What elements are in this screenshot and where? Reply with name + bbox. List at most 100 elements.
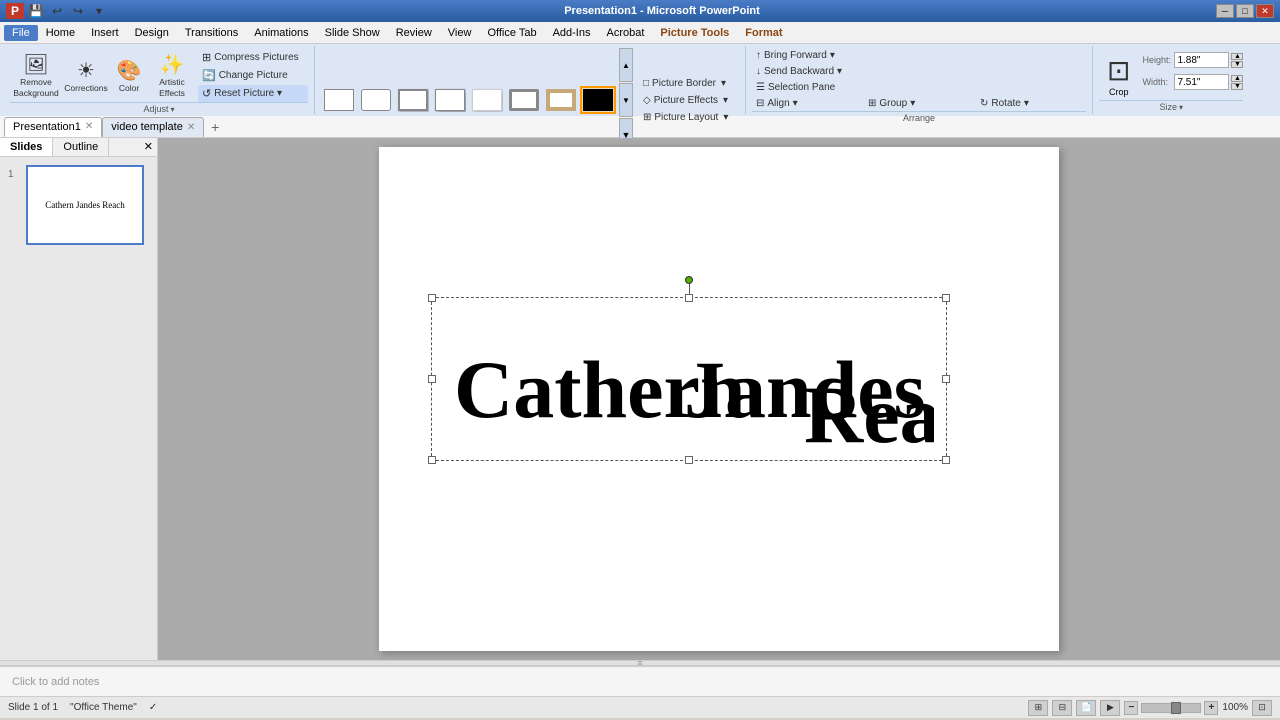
zoom-plus-button[interactable]: + xyxy=(1204,701,1218,715)
width-up[interactable]: ▲ xyxy=(1231,75,1243,82)
bring-forward-button[interactable]: ↑ Bring Forward ▾ xyxy=(752,48,1086,63)
tab-presentation1-close[interactable]: ✕ xyxy=(85,121,93,132)
window-controls: ─ □ ✕ xyxy=(1216,4,1274,18)
menu-office-tab[interactable]: Office Tab xyxy=(479,25,544,41)
handle-top-right[interactable] xyxy=(942,294,950,302)
gallery-down[interactable]: ▼ xyxy=(619,83,633,117)
menu-view[interactable]: View xyxy=(440,25,480,41)
picture-style-7[interactable] xyxy=(543,86,579,114)
zoom-thumb[interactable] xyxy=(1171,702,1181,714)
close-panel-button[interactable]: ✕ xyxy=(140,138,157,156)
picture-style-8[interactable] xyxy=(580,86,616,114)
normal-view-button[interactable]: ⊞ xyxy=(1028,700,1048,716)
fit-slide-button[interactable]: ⊡ xyxy=(1252,700,1272,716)
svg-text:Reach: Reach xyxy=(804,369,934,452)
height-up[interactable]: ▲ xyxy=(1231,53,1243,60)
slide-thumb-1[interactable]: Cathern Jandes Reach xyxy=(26,165,144,245)
rotate-handle[interactable] xyxy=(685,276,693,284)
adjust-dropdown[interactable]: ▾ xyxy=(171,105,175,114)
notes-placeholder[interactable]: Click to add notes xyxy=(12,676,99,688)
handle-top-middle[interactable] xyxy=(685,294,693,302)
picture-layout-button[interactable]: ⊞ Picture Layout ▾ xyxy=(639,110,739,125)
maximize-button[interactable]: □ xyxy=(1236,4,1254,18)
tab-outline[interactable]: Outline xyxy=(53,138,109,156)
gallery-up[interactable]: ▲ xyxy=(619,48,633,82)
menu-design[interactable]: Design xyxy=(127,25,177,41)
rotate-button[interactable]: ↻ Rotate ▾ xyxy=(976,96,1086,111)
rotate-dropdown[interactable]: ▾ xyxy=(1024,98,1029,109)
change-picture-button[interactable]: 🔄 Change Picture xyxy=(198,67,308,84)
picture-style-4[interactable] xyxy=(432,86,468,114)
menu-acrobat[interactable]: Acrobat xyxy=(598,25,652,41)
close-button[interactable]: ✕ xyxy=(1256,4,1274,18)
new-tab-button[interactable]: + xyxy=(206,118,224,136)
picture-style-5[interactable] xyxy=(469,86,505,114)
color-button[interactable]: 🎨 Color xyxy=(110,48,148,102)
picture-border-button[interactable]: □ Picture Border ▾ xyxy=(639,76,739,91)
handle-middle-left[interactable] xyxy=(428,375,436,383)
width-down[interactable]: ▼ xyxy=(1231,83,1243,90)
arrange-group-label: Arrange xyxy=(752,111,1086,123)
size-dropdown[interactable]: ▾ xyxy=(1179,103,1183,112)
picture-effects-button[interactable]: ◇ Picture Effects ▾ xyxy=(639,93,739,108)
corrections-button[interactable]: ☀ Corrections xyxy=(64,48,108,102)
tab-presentation1[interactable]: Presentation1 ✕ xyxy=(4,117,102,137)
send-backward-button[interactable]: ↓ Send Backward ▾ xyxy=(752,64,1086,79)
menu-home[interactable]: Home xyxy=(38,25,83,41)
picture-style-2[interactable] xyxy=(358,86,394,114)
save-button[interactable]: 💾 xyxy=(27,2,45,20)
tab-slides[interactable]: Slides xyxy=(0,138,53,156)
reset-picture-button[interactable]: ↺ Reset Picture ▾ xyxy=(198,85,308,102)
group-dropdown[interactable]: ▾ xyxy=(910,98,915,109)
bring-forward-dropdown[interactable]: ▾ xyxy=(830,50,835,61)
handle-bottom-right[interactable] xyxy=(942,456,950,464)
spell-check-icon[interactable]: ✓ xyxy=(149,702,157,713)
menu-insert[interactable]: Insert xyxy=(83,25,127,41)
redo-button[interactable]: ↪ xyxy=(69,2,87,20)
picture-style-3[interactable] xyxy=(395,86,431,114)
handle-bottom-left[interactable] xyxy=(428,456,436,464)
tab-video-template-close[interactable]: ✕ xyxy=(187,122,195,133)
handle-middle-right[interactable] xyxy=(942,375,950,383)
undo-button[interactable]: ↩ xyxy=(48,2,66,20)
align-dropdown[interactable]: ▾ xyxy=(793,98,798,109)
send-backward-dropdown[interactable]: ▾ xyxy=(837,66,842,77)
group-button[interactable]: ⊞ Group ▾ xyxy=(864,96,974,111)
zoom-level: 100% xyxy=(1222,702,1248,713)
selection-pane-button[interactable]: ☰ Selection Pane xyxy=(752,80,1086,95)
picture-style-6[interactable] xyxy=(506,86,542,114)
slide-sorter-button[interactable]: ⊟ xyxy=(1052,700,1072,716)
tab-video-template[interactable]: video template ✕ xyxy=(102,117,204,137)
zoom-minus-button[interactable]: − xyxy=(1124,701,1138,715)
menu-review[interactable]: Review xyxy=(388,25,440,41)
menu-picture-tools[interactable]: Picture Tools xyxy=(652,25,737,41)
minimize-button[interactable]: ─ xyxy=(1216,4,1234,18)
signature-svg: Cathern Jandes Reach xyxy=(444,307,934,452)
handle-top-left[interactable] xyxy=(428,294,436,302)
reset-icon: ↺ xyxy=(202,87,211,100)
image-container[interactable]: Cathern Jandes Reach xyxy=(431,297,947,461)
effects-dropdown[interactable]: ▾ xyxy=(723,95,728,106)
height-input[interactable] xyxy=(1174,52,1229,68)
slide-show-button[interactable]: ▶ xyxy=(1100,700,1120,716)
zoom-slider[interactable] xyxy=(1141,703,1201,713)
align-button[interactable]: ⊟ Align ▾ xyxy=(752,96,862,111)
menu-format[interactable]: Format xyxy=(737,25,790,41)
menu-file[interactable]: File xyxy=(4,25,38,41)
remove-background-button[interactable]: 🖼 RemoveBackground xyxy=(10,48,62,102)
menu-transitions[interactable]: Transitions xyxy=(177,25,246,41)
artistic-effects-button[interactable]: ✨ ArtisticEffects xyxy=(150,48,194,102)
crop-button[interactable]: ⊡ Crop xyxy=(1099,52,1138,99)
menu-slide-show[interactable]: Slide Show xyxy=(317,25,388,41)
width-input[interactable] xyxy=(1174,74,1229,90)
layout-dropdown[interactable]: ▾ xyxy=(723,112,728,123)
picture-style-1[interactable] xyxy=(321,86,357,114)
reading-view-button[interactable]: 📄 xyxy=(1076,700,1096,716)
compress-pictures-button[interactable]: ⊞ Compress Pictures xyxy=(198,49,308,66)
height-down[interactable]: ▼ xyxy=(1231,61,1243,68)
quick-access-dropdown[interactable]: ▾ xyxy=(90,2,108,20)
border-dropdown[interactable]: ▾ xyxy=(721,78,726,89)
handle-bottom-middle[interactable] xyxy=(685,456,693,464)
menu-add-ins[interactable]: Add-Ins xyxy=(545,25,599,41)
menu-animations[interactable]: Animations xyxy=(246,25,316,41)
